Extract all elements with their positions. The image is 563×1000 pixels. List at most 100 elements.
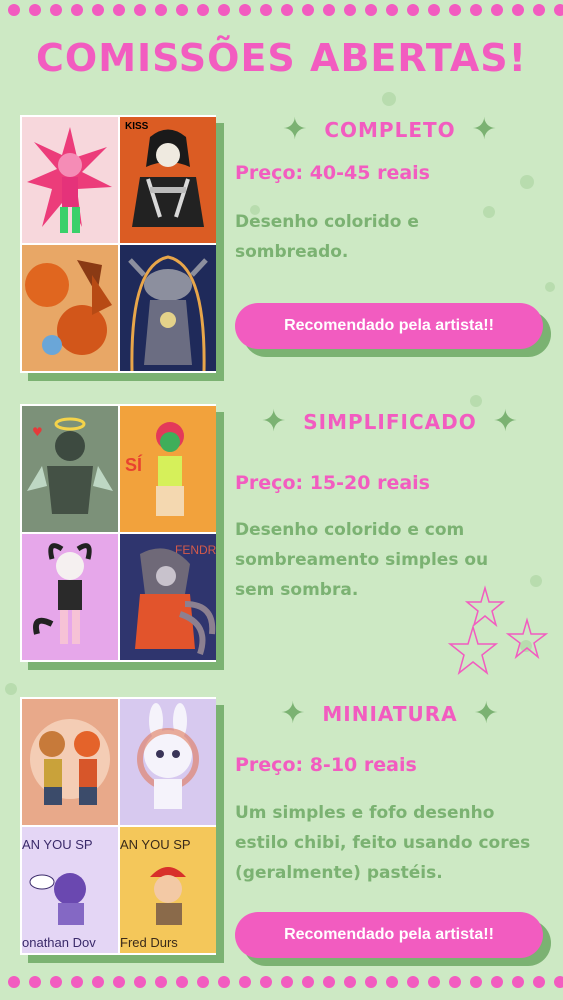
background-bubble [520, 175, 534, 189]
border-dot [113, 976, 125, 988]
sparkle-icon: ✦ [261, 404, 288, 439]
price-simplificado: Preço: 15-20 reais [235, 472, 430, 494]
gallery-miniatura: AN YOU SP onathan Dov AN YOU SP Fred Dur… [20, 697, 216, 955]
border-dot [134, 4, 146, 16]
border-dot [71, 4, 83, 16]
border-dot [386, 976, 398, 988]
border-dot [428, 4, 440, 16]
fendr-text: FENDR [175, 543, 216, 557]
border-dot [365, 976, 377, 988]
border-dot [449, 976, 461, 988]
border-dot [197, 4, 209, 16]
border-dot [323, 4, 335, 16]
section-heading-completo: ✦ COMPLETO ✦ [235, 110, 545, 150]
art-thumbnail-horned-girl [22, 534, 118, 660]
bottom-dot-border [0, 976, 563, 992]
border-dot [344, 976, 356, 988]
border-dot [407, 976, 419, 988]
border-dot [365, 4, 377, 16]
section-heading-simplificado: ✦ SIMPLIFICADO ✦ [235, 402, 545, 442]
name-text: Fred Durs [120, 935, 178, 950]
border-dot [155, 976, 167, 988]
border-dot [407, 4, 419, 16]
art-thumbnail-bunny [120, 699, 216, 825]
section-heading-miniatura: ✦ MINIATURA ✦ [235, 694, 545, 734]
border-dot [512, 976, 524, 988]
border-dot [386, 4, 398, 16]
art-thumbnail-fendr: FENDR [120, 534, 216, 660]
sparkle-icon: ✦ [492, 404, 519, 439]
art-thumbnail-orange-dragons [22, 245, 118, 371]
name-text: onathan Dov [22, 935, 96, 950]
price-miniatura: Preço: 8-10 reais [235, 754, 417, 776]
border-dot [8, 976, 20, 988]
svg-text:♥: ♥ [32, 425, 43, 439]
border-dot [260, 976, 272, 988]
recommended-button[interactable]: Recomendado pela artista!! [235, 303, 543, 349]
border-dot [260, 4, 272, 16]
border-dot [239, 976, 251, 988]
border-dot [281, 976, 293, 988]
art-thumbnail-chibi-purple: AN YOU SP onathan Dov [22, 827, 118, 953]
description-completo: Desenho colorido e sombreado. [235, 212, 419, 262]
description-miniatura: Um simples e fofo desenho estilo chibi, … [235, 803, 531, 883]
border-dot [344, 4, 356, 16]
border-dot [554, 4, 563, 16]
border-dot [197, 976, 209, 988]
art-thumbnail-chibi-cap: AN YOU SP Fred Durs [120, 827, 216, 953]
border-dot [155, 4, 167, 16]
border-dot [50, 976, 62, 988]
border-dot [8, 4, 20, 16]
border-dot [533, 976, 545, 988]
heading-text: COMPLETO [324, 118, 456, 142]
background-bubble [382, 92, 396, 106]
page-title: COMISSÕES ABERTAS! [36, 36, 527, 80]
border-dot [512, 4, 524, 16]
art-thumbnail-green-creature: ♥ [22, 406, 118, 532]
border-dot [533, 4, 545, 16]
border-dot [281, 4, 293, 16]
border-dot [71, 976, 83, 988]
heading-text: MINIATURA [322, 702, 458, 726]
border-dot [491, 4, 503, 16]
border-dot [92, 4, 104, 16]
border-dot [428, 976, 440, 988]
border-dot [176, 4, 188, 16]
border-dot [449, 4, 461, 16]
border-dot [218, 4, 230, 16]
sparkle-icon: ✦ [471, 112, 498, 147]
recommended-button[interactable]: Recomendado pela artista!! [235, 912, 543, 958]
border-dot [470, 976, 482, 988]
border-dot [302, 4, 314, 16]
kiss-logo-text: KISS [125, 121, 149, 132]
border-dot [218, 976, 230, 988]
decorative-stars-icon [447, 585, 549, 676]
border-dot [302, 976, 314, 988]
sparkle-icon: ✦ [473, 696, 500, 731]
background-bubble [5, 683, 17, 695]
sparkle-icon: ✦ [280, 696, 307, 731]
si-text: SÍ [125, 454, 143, 475]
heading-text: SIMPLIFICADO [303, 410, 477, 434]
background-bubble [483, 206, 495, 218]
gallery-simplificado: ♥ SÍ FENDR [20, 404, 216, 662]
top-dot-border [0, 4, 563, 20]
background-bubble [545, 282, 555, 292]
cant-you-text: AN YOU SP [120, 837, 191, 852]
border-dot [134, 976, 146, 988]
cant-you-text: AN YOU SP [22, 837, 93, 852]
border-dot [470, 4, 482, 16]
art-thumbnail-pink-spiky [22, 117, 118, 243]
art-thumbnail-armored-figure [120, 245, 216, 371]
gallery-completo: KISS [20, 115, 216, 373]
art-thumbnail-green-girl: SÍ [120, 406, 216, 532]
art-thumbnail-kiss-demon: KISS [120, 117, 216, 243]
border-dot [323, 976, 335, 988]
price-completo: Preço: 40-45 reais [235, 162, 430, 184]
border-dot [29, 976, 41, 988]
border-dot [50, 4, 62, 16]
border-dot [92, 976, 104, 988]
sparkle-icon: ✦ [282, 112, 309, 147]
art-thumbnail-chibi-duo [22, 699, 118, 825]
border-dot [554, 976, 563, 988]
